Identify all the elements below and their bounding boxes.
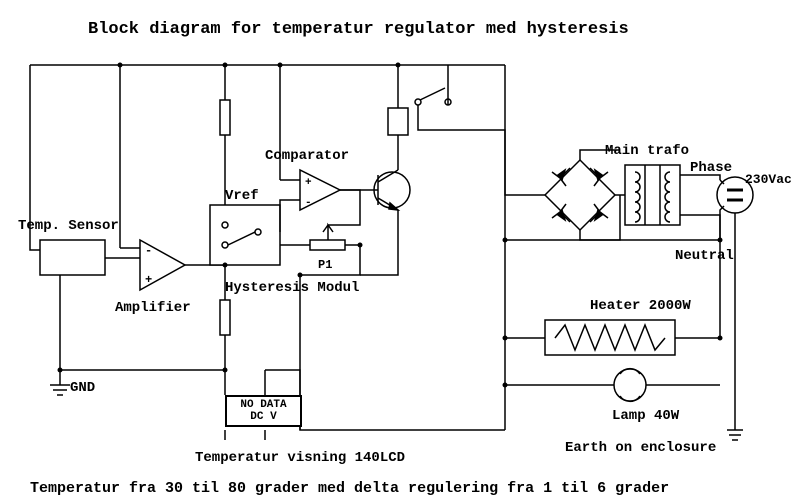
amplifier-label: Amplifier bbox=[115, 300, 191, 316]
svg-text:+: + bbox=[145, 273, 152, 287]
lamp-label: Lamp 40W bbox=[612, 408, 679, 424]
p1-label: P1 bbox=[318, 258, 332, 272]
hysteresis-modul-label: Hysteresis Modul bbox=[225, 280, 359, 296]
gnd-label: GND bbox=[70, 380, 95, 396]
heater-label: Heater 2000W bbox=[590, 298, 691, 314]
svg-text:-: - bbox=[305, 197, 312, 209]
lcd-line2: DC V bbox=[231, 411, 296, 423]
svg-text:+: + bbox=[305, 177, 312, 189]
main-trafo-label: Main trafo bbox=[605, 143, 689, 159]
phase-label: Phase bbox=[690, 160, 732, 176]
lcd-line1: NO DATA bbox=[231, 399, 296, 411]
lcd-display: NO DATA DC V bbox=[225, 395, 302, 427]
voltage-label: 230Vac bbox=[745, 172, 792, 187]
comparator-label: Comparator bbox=[265, 148, 349, 164]
footer-text: Temperatur fra 30 til 80 grader med delt… bbox=[30, 480, 669, 497]
temp-sensor-label: Temp. Sensor bbox=[18, 218, 119, 234]
vref-label: Vref bbox=[225, 188, 259, 204]
neutral-label: Neutral bbox=[675, 248, 734, 264]
svg-text:-: - bbox=[145, 244, 152, 258]
temperatur-visning-label: Temperatur visning 140LCD bbox=[195, 450, 405, 466]
earth-label: Earth on enclosure bbox=[565, 440, 716, 456]
